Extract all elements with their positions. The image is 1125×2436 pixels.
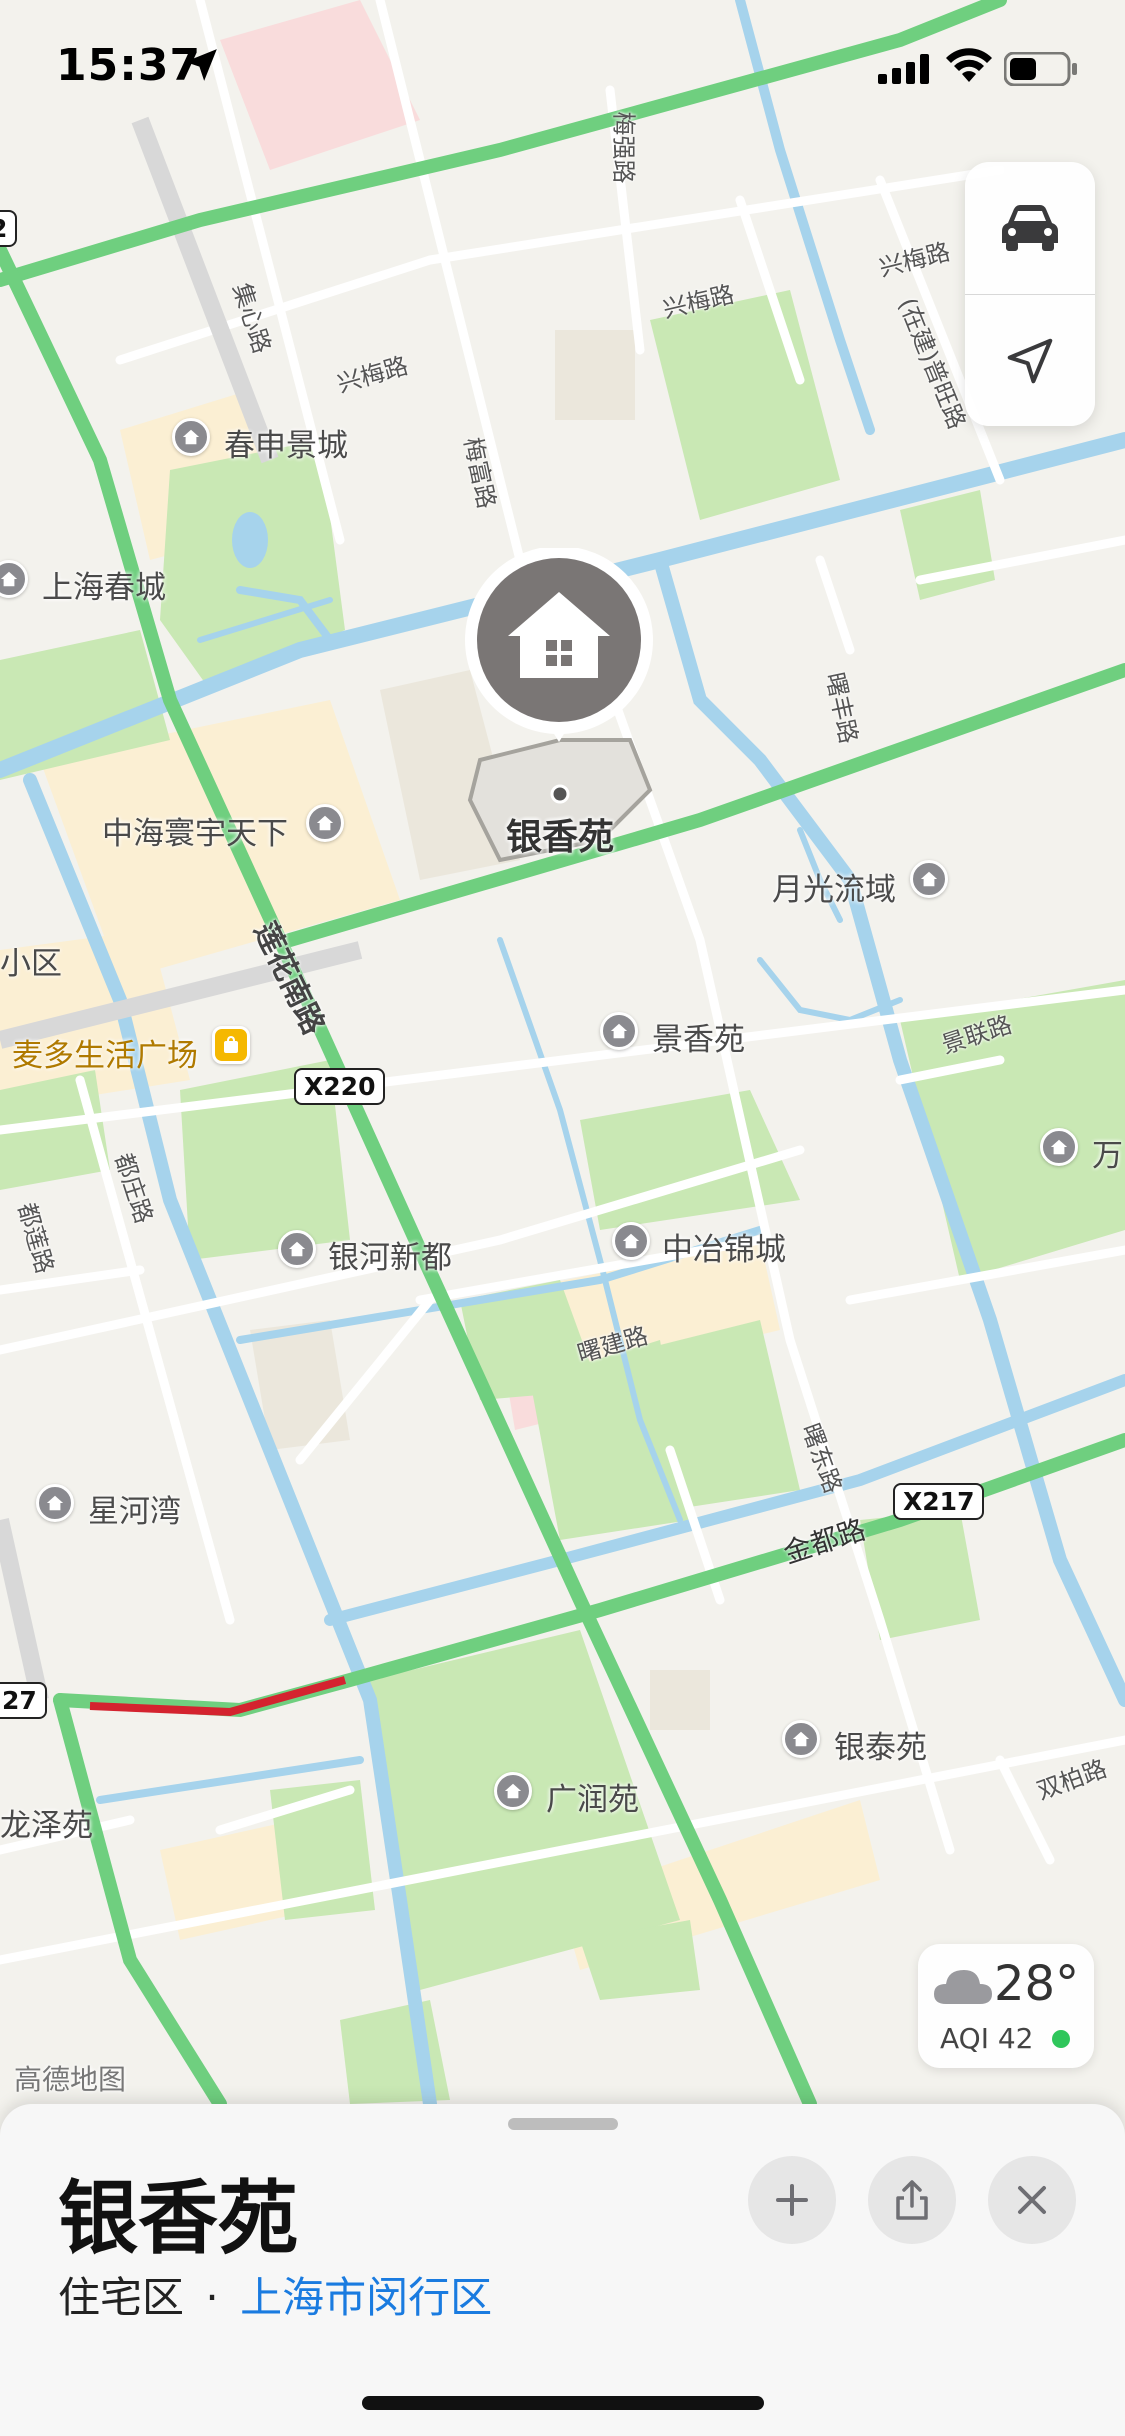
- poi-label[interactable]: 中冶锦城: [662, 1224, 786, 1269]
- poi-label[interactable]: 广润苑: [546, 1774, 639, 1819]
- poi-label[interactable]: 春申景城: [224, 420, 348, 465]
- poi-label[interactable]: 银泰苑: [834, 1722, 927, 1767]
- temperature-text: 28°: [994, 1956, 1080, 2012]
- selected-place-dot: [550, 784, 570, 804]
- residential-poi-icon[interactable]: [306, 804, 344, 842]
- weather-widget[interactable]: 28° AQI 42: [918, 1944, 1094, 2068]
- cloud-icon: [934, 1970, 992, 2004]
- place-category: 住宅区: [58, 2273, 185, 2322]
- close-button[interactable]: [988, 2156, 1076, 2244]
- plus-icon: [776, 2184, 808, 2216]
- shopping-bag-icon[interactable]: [212, 1026, 250, 1064]
- poi-label[interactable]: 小区: [0, 938, 62, 983]
- place-district-link[interactable]: 上海市闵行区: [240, 2273, 492, 2322]
- residential-poi-icon[interactable]: [278, 1230, 316, 1268]
- poi-label[interactable]: 景香苑: [652, 1014, 745, 1059]
- subtitle-separator: ·: [205, 2273, 219, 2322]
- residential-poi-icon[interactable]: [1040, 1128, 1078, 1166]
- sheet-grabber[interactable]: [508, 2118, 618, 2130]
- route-shield[interactable]: 2: [0, 210, 18, 247]
- residential-poi-icon[interactable]: [612, 1222, 650, 1260]
- place-title: 银香苑: [58, 2172, 298, 2265]
- residential-poi-icon[interactable]: [36, 1484, 74, 1522]
- poi-label[interactable]: 麦多生活广场: [12, 1030, 198, 1075]
- car-icon: [1002, 205, 1058, 251]
- aqi-text: AQI 42: [940, 2022, 1034, 2055]
- share-icon: [896, 2180, 928, 2220]
- poi-label[interactable]: 月光流域: [772, 864, 896, 909]
- map-controls: [965, 162, 1095, 426]
- poi-label[interactable]: 银河新都: [328, 1232, 452, 1277]
- residential-poi-icon[interactable]: [782, 1720, 820, 1758]
- share-button[interactable]: [868, 2156, 956, 2244]
- driving-mode-button[interactable]: [965, 162, 1095, 294]
- route-shield[interactable]: X220: [294, 1068, 386, 1105]
- home-indicator[interactable]: [362, 2396, 764, 2410]
- poi-label[interactable]: 星河湾: [88, 1486, 181, 1531]
- residential-poi-icon[interactable]: [494, 1772, 532, 1810]
- residential-poi-icon[interactable]: [172, 418, 210, 456]
- place-card-sheet[interactable]: 银香苑 住宅区 · 上海市闵行区: [0, 2104, 1125, 2436]
- poi-label[interactable]: 上海春城: [42, 562, 166, 607]
- selected-place-pin[interactable]: [462, 548, 656, 742]
- map-canvas[interactable]: [0, 0, 1125, 2436]
- poi-label[interactable]: 中海寰宇天下: [102, 808, 288, 853]
- poi-label[interactable]: 龙泽苑: [0, 1800, 93, 1845]
- location-services-icon: [185, 49, 217, 81]
- poi-label[interactable]: 万: [1092, 1130, 1123, 1175]
- cellular-signal-icon: [878, 54, 929, 84]
- status-bar: 15:37: [0, 0, 1125, 130]
- road-label: 梅强路: [609, 111, 638, 184]
- battery-icon: [1004, 52, 1077, 86]
- location-arrow-icon: [1007, 338, 1053, 384]
- place-subtitle: 住宅区 · 上海市闵行区: [58, 2264, 492, 2325]
- status-time: 15:37: [56, 40, 202, 91]
- current-location-button[interactable]: [965, 295, 1095, 426]
- selected-place-label[interactable]: 银香苑: [506, 808, 614, 860]
- wifi-icon: [946, 48, 992, 82]
- add-button[interactable]: [748, 2156, 836, 2244]
- close-icon: [1018, 2186, 1046, 2214]
- residential-poi-icon[interactable]: [910, 860, 948, 898]
- route-shield[interactable]: X217: [893, 1483, 985, 1520]
- map-watermark: 高德地图: [14, 2063, 127, 2096]
- residential-poi-icon[interactable]: [600, 1012, 638, 1050]
- aqi-status-dot: [1052, 2030, 1070, 2048]
- route-shield[interactable]: 27: [0, 1682, 47, 1719]
